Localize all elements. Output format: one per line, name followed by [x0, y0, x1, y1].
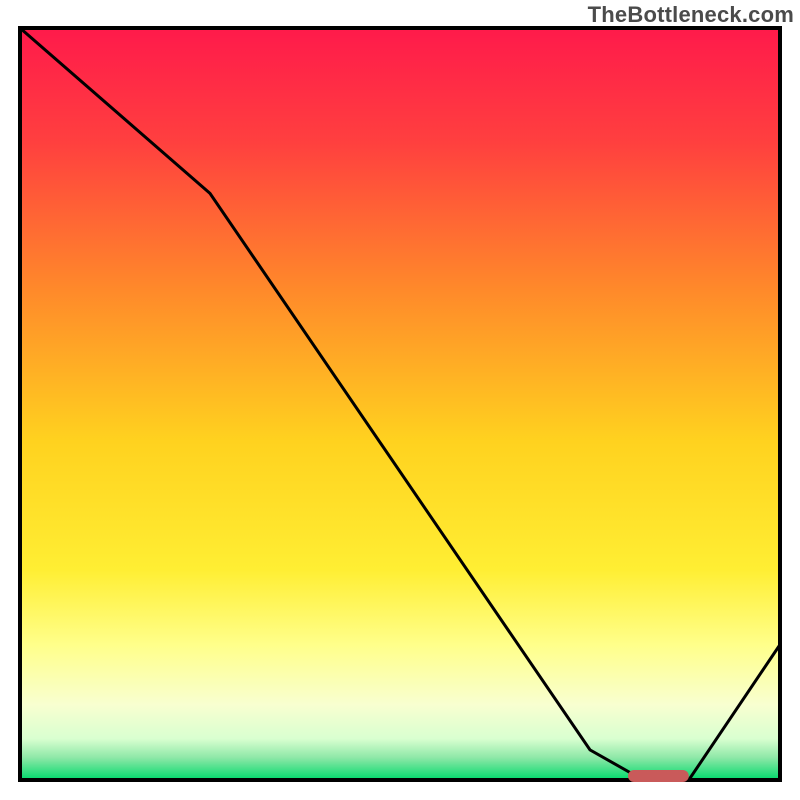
plot-background — [20, 28, 780, 780]
optimal-marker — [628, 770, 689, 782]
bottleneck-chart — [0, 0, 800, 800]
watermark-text: TheBottleneck.com — [588, 2, 794, 28]
chart-container: TheBottleneck.com — [0, 0, 800, 800]
